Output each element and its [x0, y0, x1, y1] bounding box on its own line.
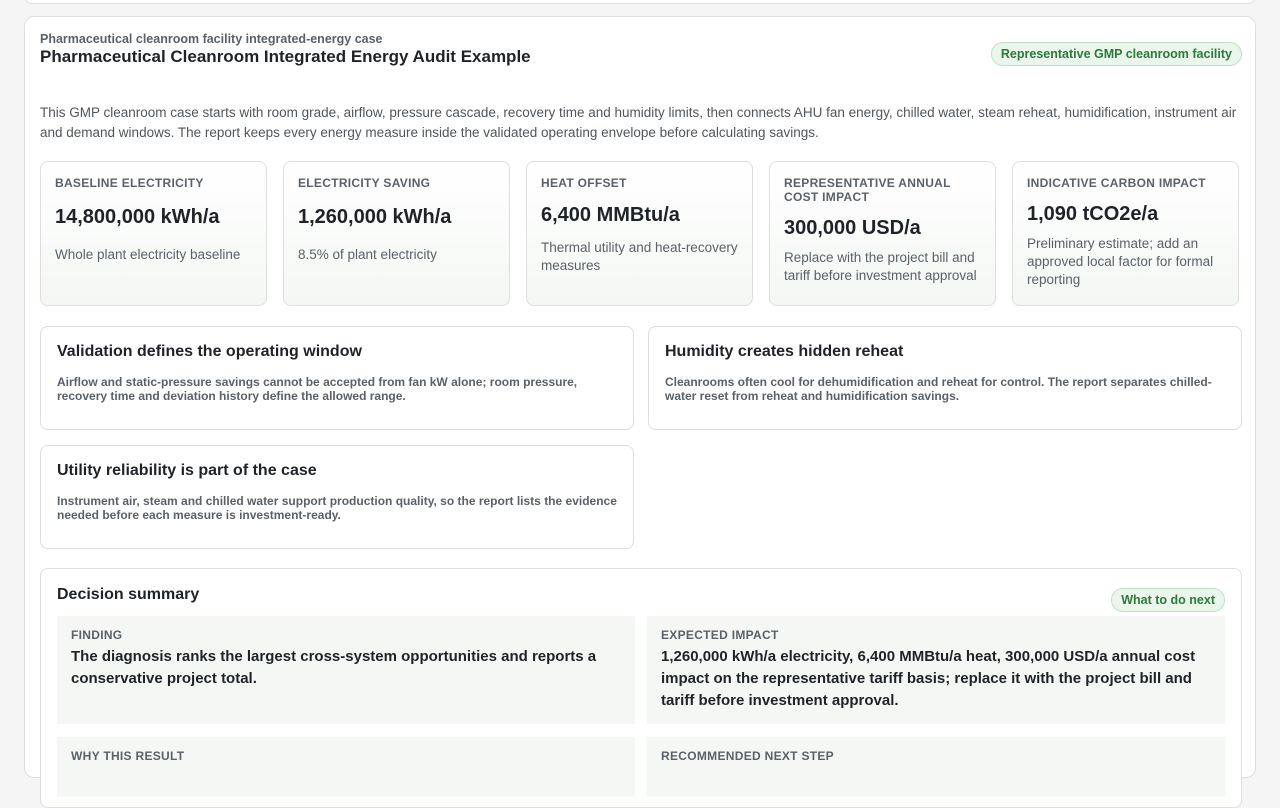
- expected-impact-box: Expected impact 1,260,000 kWh/a electric…: [647, 616, 1225, 724]
- insight-body: Airflow and static-pressure savings cann…: [57, 375, 578, 403]
- page-title: Pharmaceutical Cleanroom Integrated Ener…: [40, 47, 531, 66]
- metric-card-heat-offset: Heat offset 6,400 MMBtu/a Thermal utilit…: [526, 161, 753, 306]
- insight-card-humidity: Humidity creates hidden reheat Cleanroom…: [648, 326, 1242, 430]
- metric-label: Baseline electricity: [55, 176, 204, 190]
- insight-card-validation: Validation defines the operating window …: [40, 326, 634, 430]
- metric-label: Heat offset: [541, 176, 627, 190]
- next-step-box: Recommended next step: [647, 737, 1225, 797]
- why-label: Why this result: [71, 749, 185, 763]
- metric-value: 1,090 tCO2e/a: [1027, 203, 1159, 225]
- insight-title: Humidity creates hidden reheat: [665, 343, 904, 360]
- metric-note: 8.5% of plant electricity: [298, 247, 437, 262]
- intro-paragraph: This GMP cleanroom case starts with room…: [40, 105, 1237, 140]
- insight-title: Validation defines the operating window: [57, 343, 362, 360]
- metric-note: Preliminary estimate; add an approved lo…: [1027, 236, 1214, 287]
- next-step-label: Recommended next step: [661, 749, 834, 763]
- metric-value: 1,260,000 kWh/a: [298, 206, 452, 228]
- case-eyebrow: Pharmaceutical cleanroom facility integr…: [40, 32, 383, 46]
- next-step-badge: What to do next: [1111, 588, 1225, 612]
- facility-badge: Representative GMP cleanroom facility: [990, 42, 1242, 66]
- finding-label: Finding: [71, 628, 123, 642]
- metric-label: Representative annual cost impact: [784, 176, 951, 204]
- metric-note: Whole plant electricity baseline: [55, 247, 241, 262]
- previous-card: [24, 0, 1256, 4]
- decision-title: Decision summary: [57, 586, 200, 603]
- why-box: Why this result: [57, 737, 635, 797]
- finding-text: The diagnosis ranks the largest cross-sy…: [71, 648, 597, 687]
- insight-body: Cleanrooms often cool for dehumidificati…: [665, 375, 1212, 403]
- metric-card-baseline-electricity: Baseline electricity 14,800,000 kWh/a Wh…: [40, 161, 267, 306]
- metric-label: Indicative carbon impact: [1027, 176, 1206, 190]
- finding-box: Finding The diagnosis ranks the largest …: [57, 616, 635, 724]
- metric-note: Replace with the project bill and tariff…: [784, 250, 977, 283]
- metric-value: 6,400 MMBtu/a: [541, 204, 680, 226]
- metric-card-electricity-saving: Electricity saving 1,260,000 kWh/a 8.5% …: [283, 161, 510, 306]
- energy-audit-card: Pharmaceutical cleanroom facility integr…: [24, 16, 1256, 808]
- insight-card-utility-reliability: Utility reliability is part of the case …: [40, 445, 634, 549]
- metric-card-annual-cost-impact: Representative annual cost impact 300,00…: [769, 161, 996, 306]
- insight-title: Utility reliability is part of the case: [57, 462, 317, 479]
- metric-note: Thermal utility and heat-recovery measur…: [541, 240, 738, 273]
- expected-impact-label: Expected impact: [661, 628, 779, 642]
- metric-value: 300,000 USD/a: [784, 217, 921, 239]
- metric-label: Electricity saving: [298, 176, 431, 190]
- metric-value: 14,800,000 kWh/a: [55, 206, 220, 228]
- decision-summary: Decision summary What to do next Finding…: [40, 568, 1242, 808]
- metric-card-carbon-impact: Indicative carbon impact 1,090 tCO2e/a P…: [1012, 161, 1239, 306]
- insight-body: Instrument air, steam and chilled water …: [57, 494, 617, 522]
- expected-impact-text: 1,260,000 kWh/a electricity, 6,400 MMBtu…: [661, 648, 1196, 709]
